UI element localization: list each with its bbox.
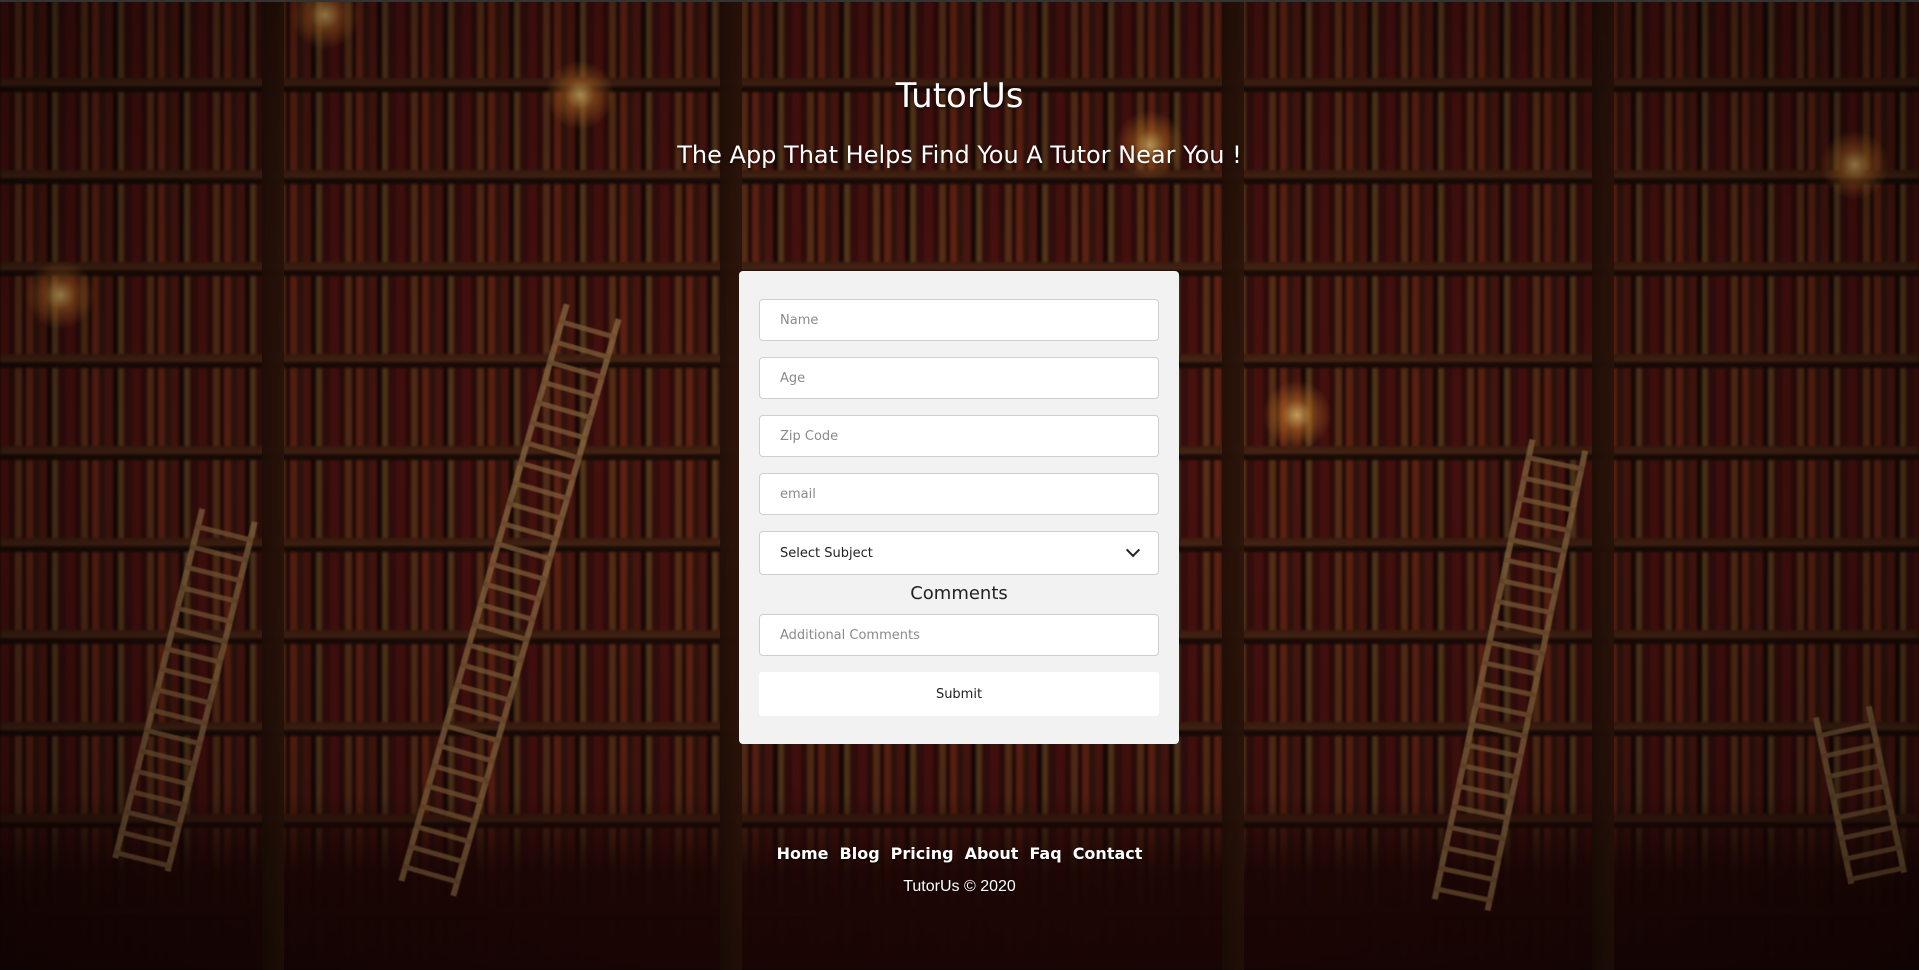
- top-border: [0, 0, 1919, 2]
- name-input[interactable]: [759, 299, 1159, 341]
- copyright-text: TutorUs © 2020: [903, 878, 1016, 895]
- footer-link-blog[interactable]: Blog: [840, 844, 880, 863]
- footer-link-pricing[interactable]: Pricing: [891, 844, 954, 863]
- comments-label: Comments: [910, 583, 1008, 604]
- tagline: The App That Helps Find You A Tutor Near…: [677, 141, 1242, 169]
- subject-select-value: Select Subject: [780, 545, 873, 561]
- footer-nav: Home Blog Pricing About Faq Contact: [0, 844, 1919, 863]
- tutor-request-form: Select Subject Comments Submit: [739, 271, 1179, 744]
- footer-link-about[interactable]: About: [965, 844, 1019, 863]
- submit-button[interactable]: Submit: [759, 672, 1159, 716]
- zip-code-input[interactable]: [759, 415, 1159, 457]
- additional-comments-input[interactable]: [759, 614, 1159, 656]
- chevron-down-icon: [1125, 543, 1141, 558]
- page-content: TutorUs The App That Helps Find You A Tu…: [0, 0, 1919, 970]
- footer-link-home[interactable]: Home: [777, 844, 829, 863]
- site-title: TutorUs: [895, 76, 1024, 116]
- age-input[interactable]: [759, 357, 1159, 399]
- email-input[interactable]: [759, 473, 1159, 515]
- footer-link-contact[interactable]: Contact: [1073, 844, 1143, 863]
- subject-select[interactable]: Select Subject: [759, 531, 1159, 575]
- footer-link-faq[interactable]: Faq: [1029, 844, 1061, 863]
